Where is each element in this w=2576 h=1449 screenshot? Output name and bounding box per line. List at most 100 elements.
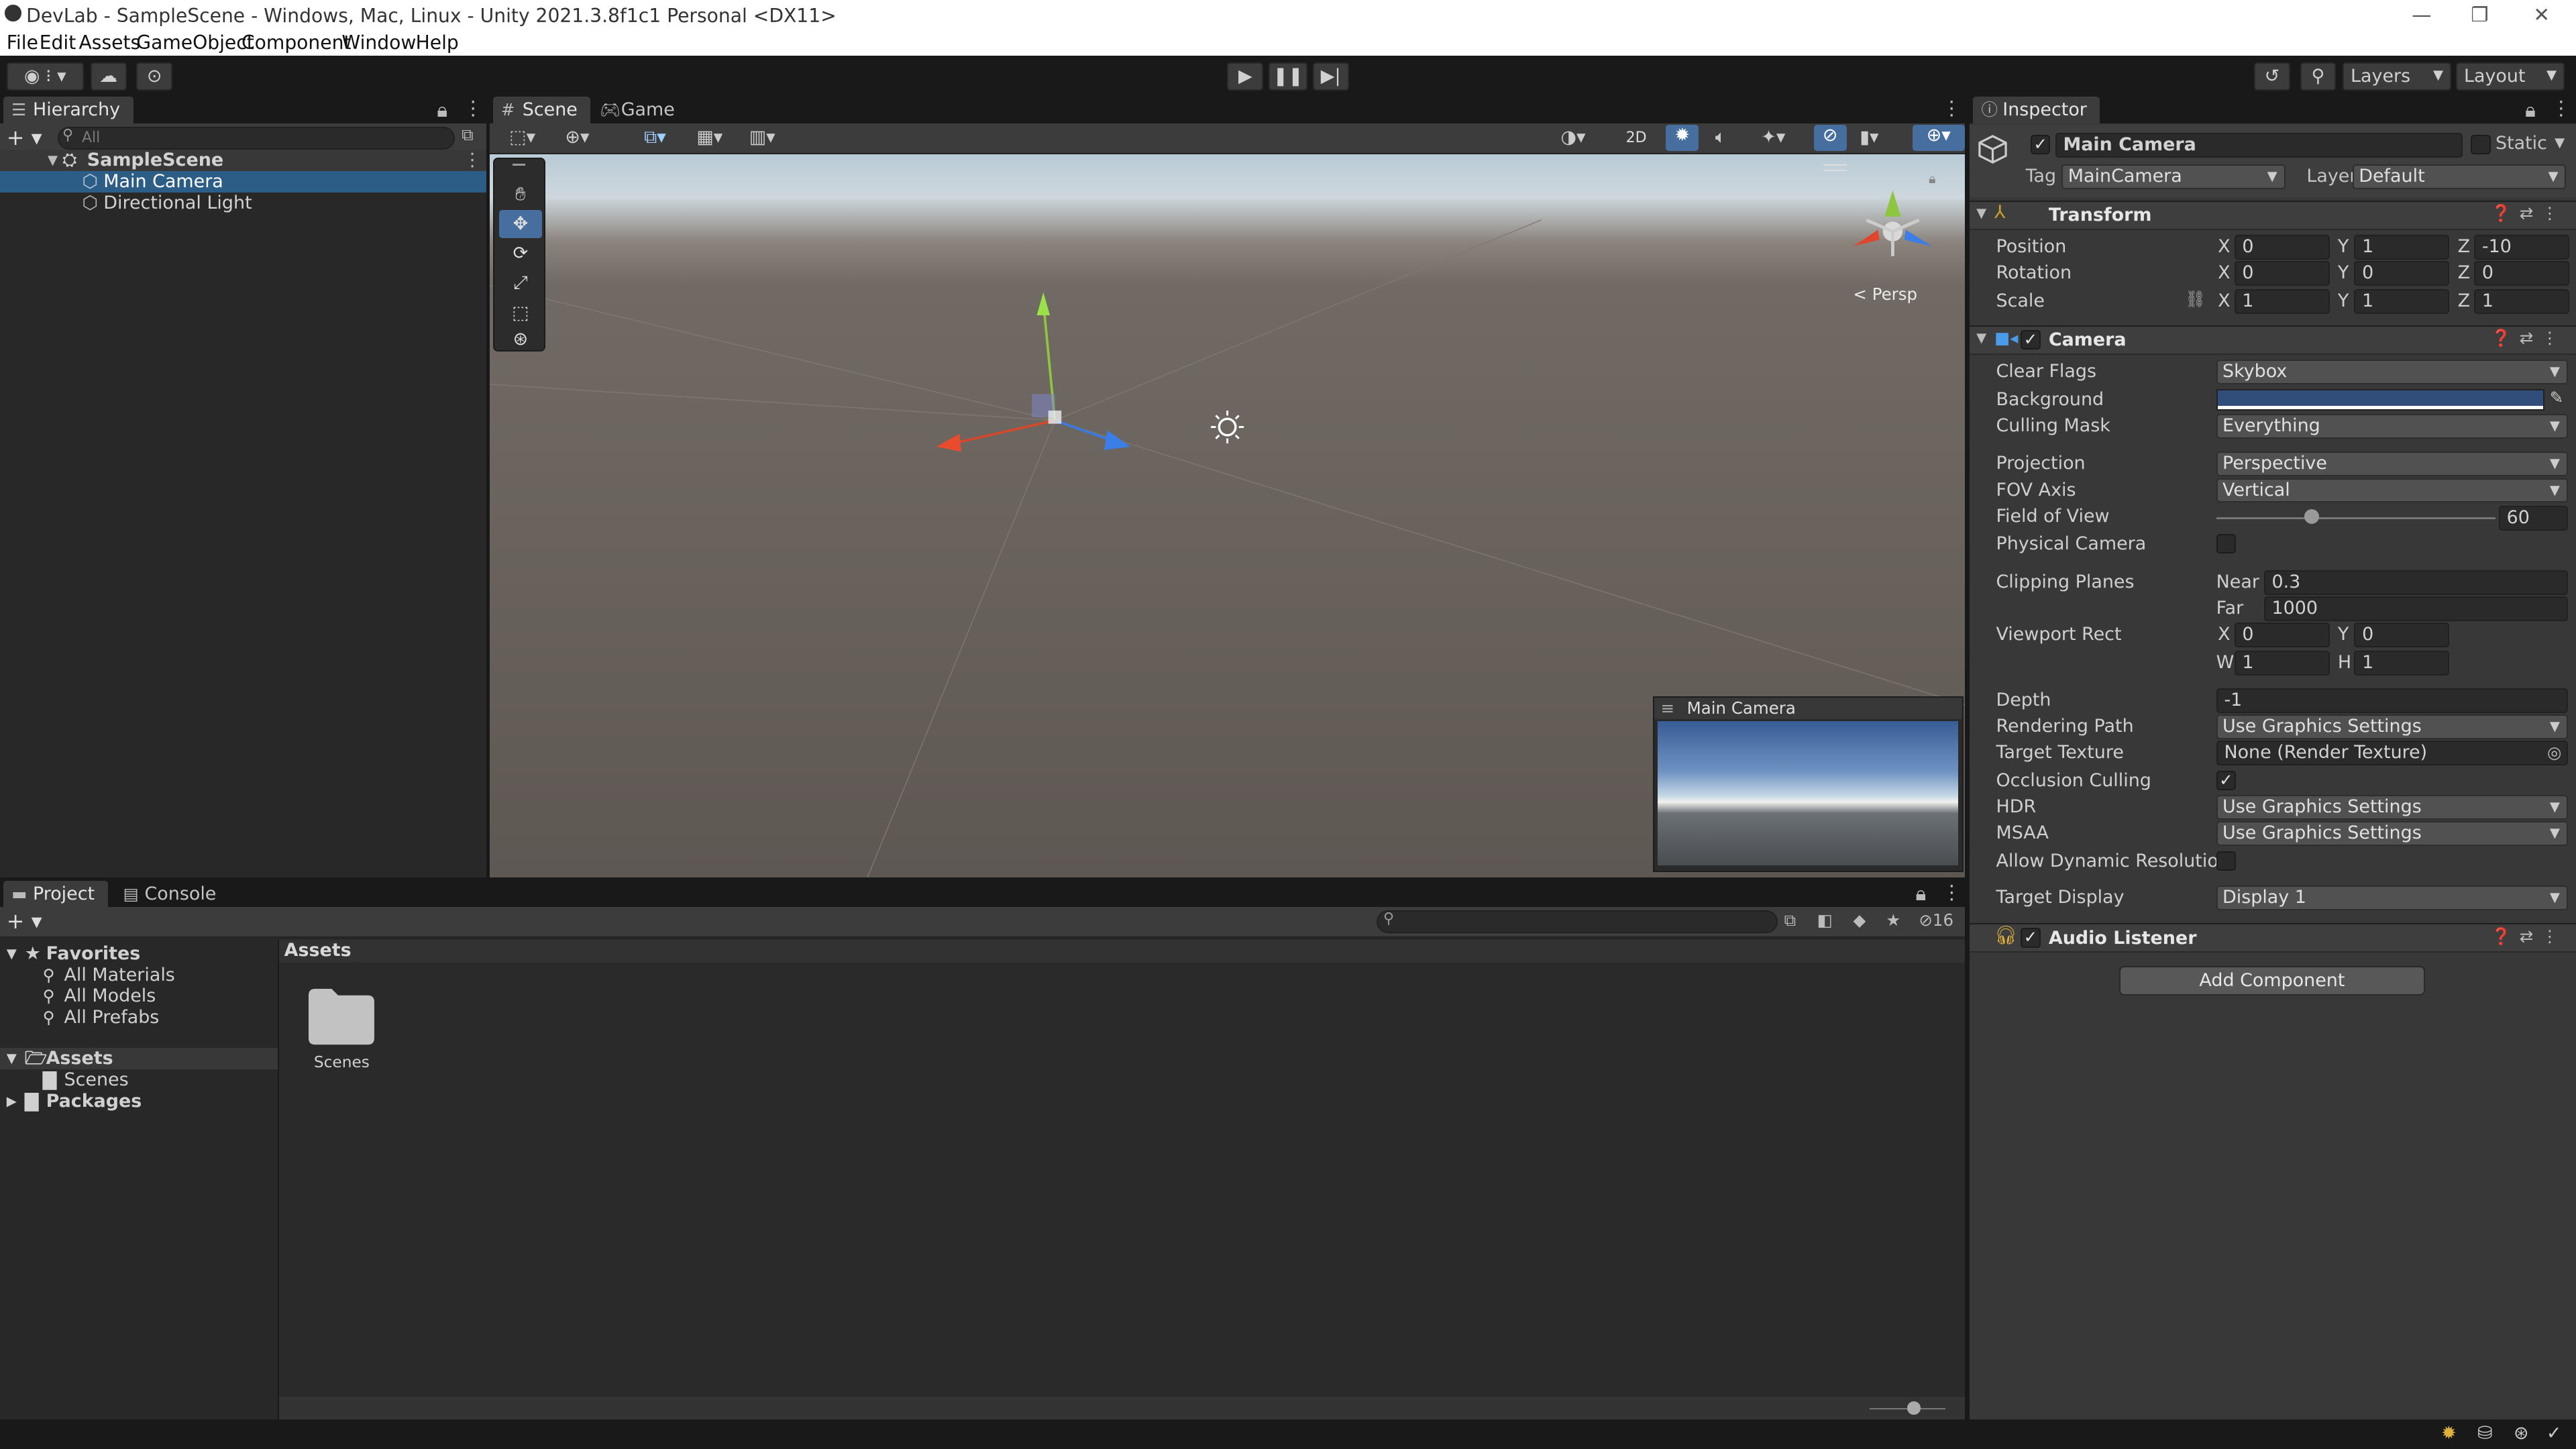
object-name-input[interactable]: Main Camera	[2055, 133, 2463, 158]
scale-z-input[interactable]: 1	[2474, 289, 2570, 314]
rotate-tool-icon[interactable]: ⟳	[499, 239, 542, 268]
eyedropper-icon[interactable]: ✎	[2550, 388, 2564, 407]
scene-visibility-icon[interactable]: ⧉	[462, 125, 473, 144]
depth-input[interactable]: -1	[2216, 688, 2568, 713]
msaa-dropdown[interactable]: Use Graphics Settings ▼	[2216, 821, 2568, 847]
cache-server-icon[interactable]: ⛁	[2477, 1423, 2493, 1444]
near-input[interactable]: 0.3	[2263, 570, 2568, 595]
favorites-item[interactable]: ▼ ★ Favorites	[0, 943, 278, 965]
lighting-toggle-icon[interactable]: ✹	[1666, 125, 1699, 152]
account-button[interactable]: ◉ ⁝ ▾	[6, 62, 84, 91]
hand-tool-icon[interactable]: ✋︎	[499, 180, 542, 209]
fov-slider-thumb[interactable]	[2304, 509, 2320, 525]
expand-arrow-icon[interactable]: ▼	[48, 150, 58, 171]
target-display-dropdown[interactable]: Display 1 ▼	[2216, 885, 2568, 910]
shading-mode-icon[interactable]: ◑▾	[1561, 127, 1586, 148]
camera-settings-icon[interactable]: ▮▾	[1860, 127, 1878, 148]
tag-dropdown[interactable]: MainCamera ▼	[2061, 164, 2286, 189]
scale-x-input[interactable]: 1	[2234, 289, 2330, 314]
hierarchy-item-samplescene[interactable]: ▼ ⛭ SampleScene ⋮	[0, 149, 486, 171]
create-plus-icon[interactable]: + ▾	[7, 908, 42, 934]
tab-project[interactable]: ▬ Project	[3, 880, 108, 907]
restore-icon[interactable]: ❐	[2471, 3, 2488, 26]
more-menu-icon[interactable]: ⋮	[464, 150, 482, 171]
layout-dropdown[interactable]: Layout ▼	[2456, 62, 2565, 91]
layers-dropdown[interactable]: Layers ▼	[2343, 62, 2451, 91]
close-icon[interactable]: ✕	[2533, 3, 2550, 26]
step-button[interactable]: ▶|	[1312, 62, 1349, 91]
camera-header[interactable]: ▼ ■◂ ✓ Camera ❓⇄⋮	[1970, 325, 2576, 355]
audio-listener-enabled-checkbox[interactable]: ✓	[2021, 928, 2041, 948]
menu-help[interactable]: Help	[416, 32, 459, 54]
transform-tool-icon[interactable]: ⊛	[499, 325, 542, 353]
filter-type-icon[interactable]: ◧	[1817, 910, 1833, 930]
progress-status-icon[interactable]: ✓	[2546, 1423, 2562, 1444]
global-handle-icon[interactable]: ⊕▾	[565, 127, 589, 148]
move-gizmo[interactable]	[936, 292, 1130, 452]
link-icon[interactable]: ⛓︎	[2185, 289, 2206, 309]
clear-flags-dropdown[interactable]: Skybox ▼	[2216, 360, 2568, 385]
rotation-x-input[interactable]: 0	[2234, 261, 2330, 286]
favorite-all-prefabs[interactable]: ⚲ All Prefabs	[0, 1007, 278, 1028]
hidden-objects-icon[interactable]: ⊘	[1813, 125, 1847, 152]
lock-icon[interactable]: 🔒︎	[2525, 99, 2536, 122]
layer-dropdown[interactable]: Default ▼	[2352, 164, 2567, 189]
more-menu-icon[interactable]: ⋮	[1942, 97, 1962, 119]
active-checkbox[interactable]: ✓	[2030, 134, 2051, 155]
fov-input[interactable]: 60	[2498, 506, 2568, 531]
more-menu-icon[interactable]: ⋮	[1942, 881, 1962, 904]
rotation-y-input[interactable]: 0	[2354, 261, 2450, 286]
component-actions-icon[interactable]: ❓⇄⋮	[2491, 328, 2566, 347]
icon-size-slider-thumb[interactable]	[1907, 1401, 1921, 1415]
menu-gameobject[interactable]: GameObject	[136, 32, 254, 54]
rendering-path-dropdown[interactable]: Use Graphics Settings ▼	[2216, 714, 2568, 740]
scene-viewport[interactable]: ✋︎ ✥ ⟳ ⤢ ⬚ ⊛ 🔒︎ < Persp ≡ Main Camera	[489, 154, 1965, 877]
tab-game[interactable]: 🎮︎ Game	[592, 97, 688, 123]
folder-scenes[interactable]: ▇ Scenes	[0, 1069, 278, 1091]
camera-enabled-checkbox[interactable]: ✓	[2021, 329, 2041, 350]
play-button[interactable]: ▶	[1227, 62, 1264, 91]
menu-window[interactable]: Window	[341, 32, 416, 54]
scale-y-input[interactable]: 1	[2354, 289, 2450, 314]
hidden-packages-button[interactable]: ⊘16	[1919, 910, 1953, 930]
effects-toggle-icon[interactable]: ✦▾	[1761, 127, 1785, 148]
occlusion-culling-checkbox[interactable]: ✓	[2216, 770, 2237, 790]
object-picker-icon[interactable]: ◎	[2547, 742, 2561, 763]
hdr-dropdown[interactable]: Use Graphics Settings ▼	[2216, 795, 2568, 820]
breadcrumb[interactable]: Assets	[279, 939, 1965, 963]
tab-scene[interactable]: # Scene	[492, 97, 591, 123]
bug-report-icon[interactable]: ✹	[2441, 1423, 2457, 1444]
chevron-down-icon[interactable]: ▼	[2555, 135, 2565, 150]
position-y-input[interactable]: 1	[2354, 235, 2450, 260]
viewport-w-input[interactable]: 1	[2234, 650, 2330, 676]
fov-slider[interactable]	[2216, 517, 2496, 519]
far-input[interactable]: 1000	[2263, 596, 2568, 621]
folder-assets[interactable]: ▼ 🗁 Assets	[0, 1048, 278, 1070]
minimize-icon[interactable]: —	[2412, 3, 2431, 26]
allow-dynamic-resolution-checkbox[interactable]	[2216, 851, 2237, 871]
more-menu-icon[interactable]: ⋮	[2551, 97, 2571, 119]
favorite-all-models[interactable]: ⚲ All Models	[0, 985, 278, 1007]
search-scope-icon[interactable]: ⧉	[1784, 910, 1796, 930]
orientation-gizmo[interactable]	[1853, 191, 1932, 257]
grid-snap-icon[interactable]: ▦▾	[696, 127, 722, 148]
position-z-input[interactable]: -10	[2474, 235, 2570, 260]
create-plus-icon[interactable]: + ▾	[7, 125, 42, 150]
pause-button[interactable]: ❚❚	[1268, 62, 1308, 91]
cloud-button[interactable]: ☁	[90, 62, 127, 91]
camera-preview-header[interactable]: ≡ Main Camera	[1654, 698, 1962, 720]
tab-console[interactable]: ▤ Console	[115, 881, 229, 907]
hierarchy-item-directional-light[interactable]: ⬡ Directional Light	[0, 193, 486, 214]
lock-icon[interactable]: 🔒︎	[437, 99, 447, 122]
add-component-button[interactable]: Add Component	[2119, 965, 2425, 996]
position-x-input[interactable]: 0	[2234, 235, 2330, 260]
move-tool-icon[interactable]: ✥	[499, 210, 542, 238]
tab-hierarchy[interactable]: ☰ Hierarchy	[3, 97, 133, 123]
filter-label-icon[interactable]: ◆	[1853, 910, 1866, 930]
project-search-input[interactable]	[1377, 910, 1778, 933]
asset-folder-scenes[interactable]: Scenes	[292, 985, 391, 1084]
viewport-x-input[interactable]: 0	[2234, 623, 2330, 647]
physical-camera-checkbox[interactable]	[2216, 533, 2237, 554]
menu-component[interactable]: Component	[241, 32, 351, 54]
menu-assets[interactable]: Assets	[79, 32, 141, 54]
